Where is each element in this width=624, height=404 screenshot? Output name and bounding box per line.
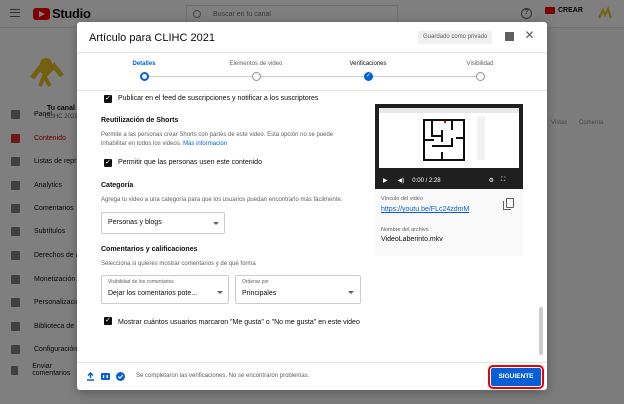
step-visibility-dot[interactable]: [476, 72, 485, 81]
divider: [77, 52, 547, 53]
comment-visibility-value: Dejar los comentarios pote...: [108, 290, 198, 297]
show-likes-label: Mostrar cuántos usuarios marcaron "Me gu…: [118, 319, 360, 326]
filename-value: VideoLaberinto.mkv: [381, 236, 443, 243]
dialog-title: Artículo para CLIHC 2021: [89, 32, 215, 44]
next-button[interactable]: SIGUIENTE: [488, 365, 544, 389]
filename-label: Nombre del archivo: [381, 227, 429, 233]
feed-notify-checkbox[interactable]: ✓: [104, 95, 112, 103]
shorts-help-text: Permite a las personas crear Shorts con …: [101, 131, 359, 149]
feedback-icon[interactable]: [505, 32, 514, 41]
upload-icon: [87, 372, 94, 381]
step-connector: [369, 76, 481, 77]
saved-status-badge: Guardado como privado: [418, 31, 493, 44]
comment-visibility-label: Visibilidad de los comentarios: [108, 279, 174, 285]
player-controls: ▶ ◀) 0:00 / 2:28 ⚙ ⛶: [375, 172, 523, 189]
play-icon[interactable]: ▶: [383, 177, 388, 184]
step-checks-check-icon[interactable]: ✓: [364, 72, 373, 81]
comment-sort-value: Principales: [242, 290, 277, 297]
step-video-elements-dot[interactable]: [252, 72, 261, 81]
comment-visibility-select[interactable]: Visibilidad de los comentarios Dejar los…: [101, 275, 229, 304]
category-select[interactable]: Personas y blogs: [101, 212, 225, 234]
settings-gear-icon[interactable]: ⚙: [489, 177, 494, 184]
close-icon[interactable]: ✕: [524, 29, 535, 41]
shorts-remix-label: Permitir que las personas usen este cont…: [118, 159, 262, 166]
video-link[interactable]: https://youtu.be/FLc24zdmM: [381, 206, 469, 213]
comment-sort-select[interactable]: Ordenar por Principales: [235, 275, 361, 304]
video-time: 0:00 / 2:28: [412, 177, 441, 184]
volume-icon[interactable]: ◀): [398, 177, 405, 184]
feed-notify-label: Publicar en el feed de suscripciones y n…: [118, 95, 319, 102]
learn-more-link[interactable]: Más información: [183, 141, 227, 147]
check-circle-icon: [116, 372, 125, 381]
fullscreen-icon[interactable]: ⛶: [501, 177, 505, 184]
video-frame: [379, 108, 519, 168]
checks-status-text: Se completaron las verificaciones. No se…: [136, 373, 310, 379]
step-visibility-label[interactable]: Visibilidad: [435, 61, 525, 67]
dropdown-arrow-icon: [348, 291, 354, 294]
comment-sort-label: Ordenar por: [242, 279, 269, 285]
maze-thumbnail: [379, 108, 519, 161]
hd-icon: [101, 373, 110, 380]
video-link-label: Vínculo del video: [381, 196, 423, 202]
copy-icon[interactable]: [503, 198, 514, 210]
step-details-dot[interactable]: [140, 72, 149, 81]
shorts-section-title: Reutilización de Shorts: [101, 117, 179, 124]
dropdown-arrow-icon: [217, 291, 223, 294]
step-checks-label[interactable]: Verificaciones: [323, 61, 413, 67]
category-help-text: Agrega tu video a una categoría para que…: [101, 197, 343, 203]
category-value: Personas y blogs: [108, 219, 162, 226]
video-player[interactable]: ▶ ◀) 0:00 / 2:28 ⚙ ⛶: [375, 104, 523, 189]
step-details-label[interactable]: Detalles: [99, 61, 189, 67]
step-connector: [145, 76, 257, 77]
comments-help-text: Selecciona si quieres mostrar comentario…: [101, 261, 256, 267]
step-connector: [257, 76, 369, 77]
dropdown-arrow-icon: [213, 222, 219, 225]
comments-section-title: Comentarios y calificaciones: [101, 246, 198, 253]
shorts-remix-checkbox[interactable]: ✓: [104, 159, 112, 167]
scrollbar[interactable]: [539, 307, 543, 355]
details-form: ✓ Publicar en el feed de suscripciones y…: [77, 91, 547, 362]
step-video-elements-label[interactable]: Elementos de video: [211, 61, 301, 67]
video-preview-card: ▶ ◀) 0:00 / 2:28 ⚙ ⛶ Vínculo del video h…: [375, 104, 523, 256]
upload-dialog: Artículo para CLIHC 2021 Guardado como p…: [77, 22, 547, 390]
divider: [77, 362, 547, 363]
show-likes-checkbox[interactable]: ✓: [104, 317, 112, 325]
category-section-title: Categoría: [101, 182, 134, 189]
